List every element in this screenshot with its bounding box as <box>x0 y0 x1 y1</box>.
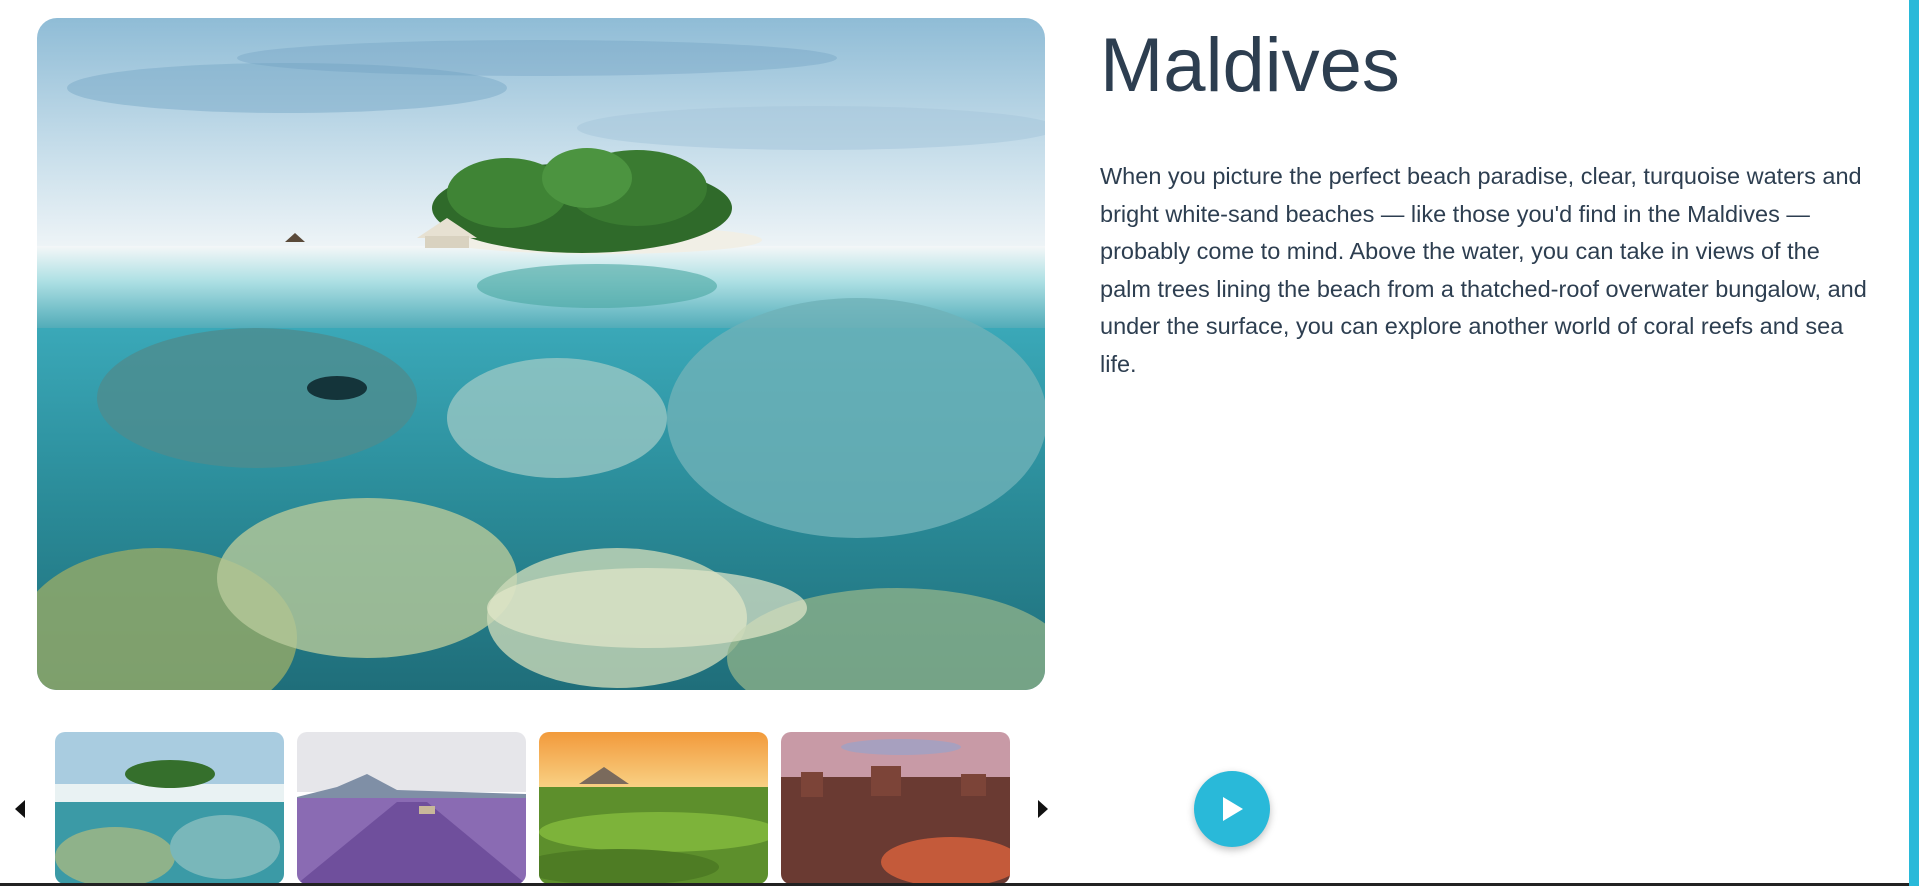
thumbnail-lavender-image <box>297 732 526 884</box>
thumbnail-rice-terraces[interactable] <box>539 732 768 884</box>
caret-right-icon <box>1038 800 1048 818</box>
carousel-next-button[interactable] <box>1033 797 1053 821</box>
caret-left-icon <box>15 800 25 818</box>
thumbnail-desert-canyon-image <box>781 732 1010 884</box>
thumbnail-desert-canyon[interactable] <box>781 732 1010 884</box>
maldives-scene-image <box>37 18 1045 690</box>
play-icon <box>1223 797 1243 821</box>
thumbnail-lavender-field[interactable] <box>297 732 526 884</box>
destination-description: When you picture the perfect beach parad… <box>1100 163 1867 377</box>
thumbnail-maldives[interactable] <box>55 732 284 884</box>
main-destination-image <box>37 18 1045 690</box>
carousel-prev-button[interactable] <box>10 797 30 821</box>
thumbnail-rice-terraces-image <box>539 732 768 884</box>
destination-title: Maldives <box>1100 23 1400 108</box>
thumbnail-maldives-image <box>55 732 284 884</box>
right-accent-bar <box>1909 0 1919 886</box>
play-button[interactable] <box>1194 771 1270 847</box>
